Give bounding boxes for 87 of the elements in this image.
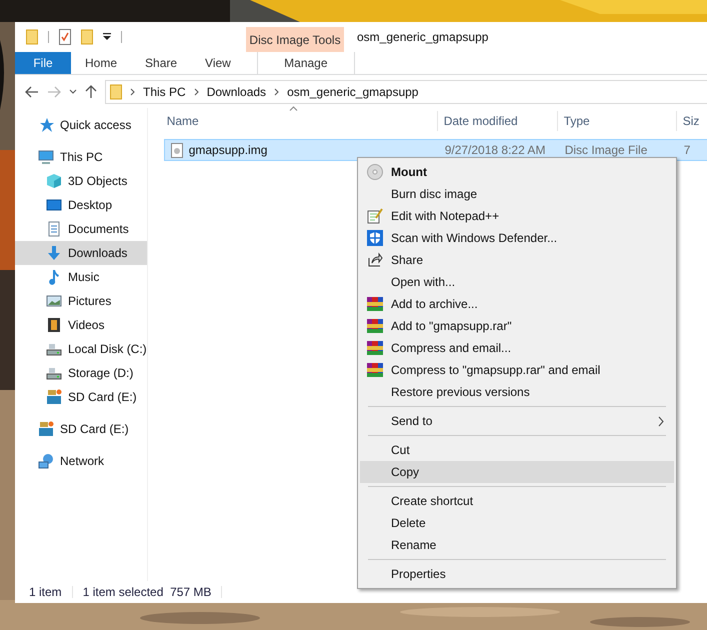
ribbon-tab[interactable]: Home xyxy=(71,52,132,74)
star-icon xyxy=(38,117,54,133)
menu-item[interactable]: Mount xyxy=(360,161,674,183)
sort-caret-icon xyxy=(289,106,298,111)
nav-item[interactable]: 3D Objects xyxy=(15,169,147,193)
notepad-icon xyxy=(367,208,383,224)
ribbon-tab[interactable]: View xyxy=(191,52,245,74)
network-icon xyxy=(38,453,54,469)
table-cell-text: Disc Image File xyxy=(564,142,648,159)
window-title: osm_generic_gmapsupp xyxy=(357,29,488,46)
chevron-right-icon xyxy=(658,416,664,426)
breadcrumb[interactable]: This PC xyxy=(143,82,186,100)
menu-item[interactable]: Delete xyxy=(360,512,674,534)
archive-books-icon xyxy=(367,296,383,312)
file-tab[interactable]: File xyxy=(15,52,71,74)
computer-icon xyxy=(38,149,54,165)
drive-icon xyxy=(46,341,62,357)
menu-item[interactable]: Copy xyxy=(360,461,674,483)
menu-item[interactable]: Open with... xyxy=(360,271,674,293)
menu-item[interactable]: Send to xyxy=(360,410,674,432)
shield-icon xyxy=(367,230,383,246)
ribbon-tab[interactable]: Share xyxy=(131,52,192,74)
archive-books-icon xyxy=(367,362,383,378)
chevron-right-icon[interactable] xyxy=(274,88,280,96)
status-text: 1 item selected 757 MB xyxy=(82,584,212,601)
nav-item[interactable]: Music xyxy=(15,265,147,289)
menu-item[interactable]: Rename xyxy=(360,534,674,556)
menu-item[interactable]: Edit with Notepad++ xyxy=(360,205,674,227)
nav-item[interactable]: Pictures xyxy=(15,289,147,313)
column-header[interactable]: Type xyxy=(564,112,590,130)
table-cell-text: gmapsupp.img xyxy=(188,142,268,159)
menu-item[interactable]: Share xyxy=(360,249,674,271)
breadcrumb[interactable]: Downloads xyxy=(206,82,266,100)
column-header[interactable]: Date modified xyxy=(444,112,518,130)
nav-item[interactable]: Downloads xyxy=(15,241,147,265)
ribbon-tab[interactable]: Manage xyxy=(256,52,355,74)
disc-icon xyxy=(367,164,383,180)
menu-item[interactable]: Compress to "gmapsupp.rar" and email xyxy=(360,359,674,381)
menu-item[interactable]: Properties xyxy=(360,563,674,585)
document-icon xyxy=(46,221,62,237)
nav-item[interactable]: Local Disk (C:) xyxy=(15,337,147,361)
chevron-down-icon[interactable] xyxy=(69,88,77,94)
context-tab-group: Disc Image Tools xyxy=(246,27,344,52)
column-header[interactable]: Name xyxy=(166,112,199,130)
disc-file-icon xyxy=(170,142,183,158)
drive-icon xyxy=(46,365,62,381)
sd-card-icon xyxy=(46,389,62,405)
menu-item[interactable]: Add to "gmapsupp.rar" xyxy=(360,315,674,337)
menu-item[interactable]: Create shortcut xyxy=(360,490,674,512)
music-note-icon xyxy=(46,269,62,285)
nav-item[interactable]: Storage (D:) xyxy=(15,361,147,385)
folder-icon xyxy=(110,84,122,100)
archive-books-icon xyxy=(367,318,383,334)
download-arrow-icon xyxy=(46,245,62,261)
sd-card-icon xyxy=(38,421,54,437)
chevron-right-icon[interactable] xyxy=(130,88,135,96)
up-arrow-icon[interactable] xyxy=(85,84,97,98)
cube-icon xyxy=(46,173,62,189)
column-header[interactable]: Siz xyxy=(682,112,700,130)
table-cell-text: 7 xyxy=(684,142,690,159)
share-icon xyxy=(367,252,383,268)
nav-item[interactable]: SD Card (E:) xyxy=(15,385,147,409)
pictures-icon xyxy=(46,293,62,309)
menu-item[interactable]: Add to archive... xyxy=(360,293,674,315)
menu-item[interactable]: Burn disc image xyxy=(360,183,674,205)
film-icon xyxy=(46,317,62,333)
nav-item[interactable]: Videos xyxy=(15,313,147,337)
chevron-right-icon[interactable] xyxy=(194,88,199,96)
document-check-icon[interactable] xyxy=(59,29,71,45)
menu-item[interactable]: Restore previous versions xyxy=(360,381,674,403)
status-text: 1 item xyxy=(29,584,62,601)
nav-item[interactable]: Desktop xyxy=(15,193,147,217)
menu-item[interactable]: Scan with Windows Defender... xyxy=(360,227,674,249)
menu-item[interactable]: Cut xyxy=(360,439,674,461)
back-arrow-icon[interactable] xyxy=(25,86,39,98)
nav-item[interactable]: Quick access xyxy=(15,113,147,137)
nav-item[interactable]: Documents xyxy=(15,217,147,241)
menu-item[interactable]: Compress and email... xyxy=(360,337,674,359)
nav-item[interactable]: Network xyxy=(15,449,147,473)
dropdown-icon[interactable] xyxy=(103,33,111,41)
desktop-icon xyxy=(46,197,62,213)
archive-books-icon xyxy=(367,340,383,356)
table-cell-text: 9/27/2018 8:22 AM xyxy=(444,142,546,159)
breadcrumb[interactable]: osm_generic_gmapsupp xyxy=(287,82,418,100)
nav-item[interactable]: SD Card (E:) xyxy=(15,417,147,441)
address-bar[interactable]: This PC Downloads osm_generic_gmapsupp xyxy=(105,80,707,104)
nav-item[interactable]: This PC xyxy=(15,145,147,169)
